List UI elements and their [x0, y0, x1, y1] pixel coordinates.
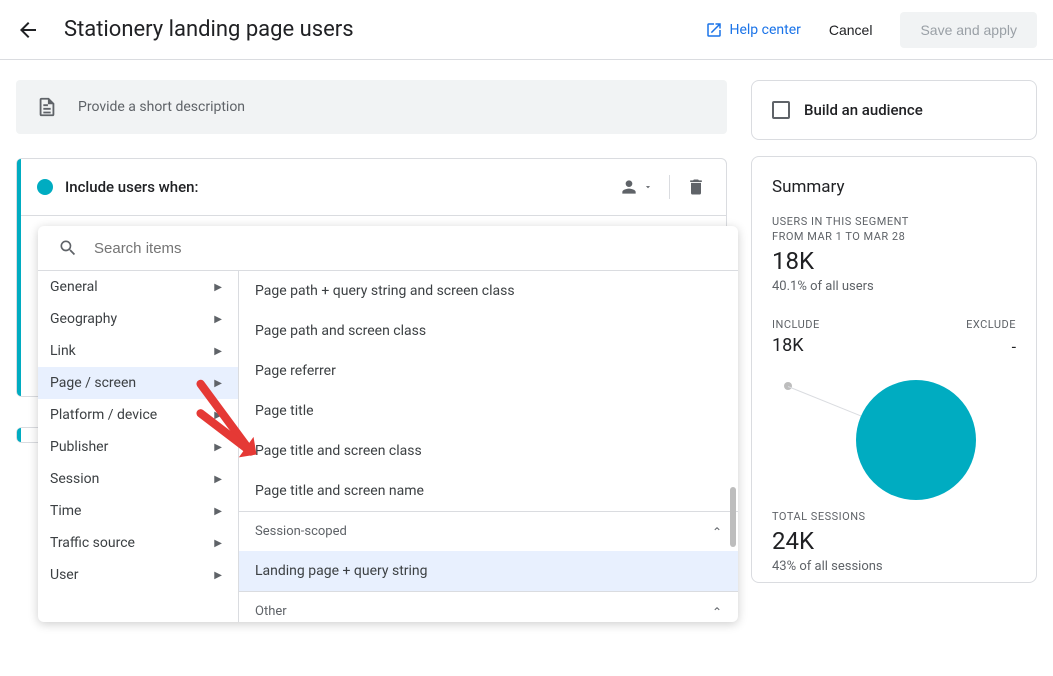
side-column: Build an audience Summary USERS IN THIS …: [751, 80, 1037, 583]
dropdown-item[interactable]: Page path and screen class: [239, 311, 738, 351]
person-icon: [619, 177, 639, 197]
category-item[interactable]: General ▶: [38, 271, 238, 303]
category-item[interactable]: Publisher ▶: [38, 431, 238, 463]
cancel-button[interactable]: Cancel: [817, 14, 885, 46]
chevron-right-icon: ▶: [214, 282, 222, 293]
page-title: Stationery landing page users: [64, 17, 705, 42]
chevron-right-icon: ▶: [214, 506, 222, 517]
help-center-label: Help center: [729, 22, 800, 38]
group-header-session[interactable]: Session-scoped ⌃: [239, 511, 738, 551]
category-item[interactable]: Link ▶: [38, 335, 238, 367]
trash-icon: [686, 177, 706, 197]
chevron-right-icon: ▶: [214, 474, 222, 485]
exclude-label: EXCLUDE: [966, 318, 1016, 331]
help-center-link[interactable]: Help center: [705, 21, 800, 39]
chevron-right-icon: ▶: [214, 346, 222, 357]
category-label: Link: [50, 343, 76, 359]
users-percent: 40.1% of all users: [772, 279, 1016, 294]
category-item[interactable]: Traffic source ▶: [38, 527, 238, 559]
dropdown-items: Page path + query string and screen clas…: [238, 271, 738, 622]
description-box[interactable]: Provide a short description: [16, 80, 727, 134]
build-audience-label: Build an audience: [804, 101, 923, 119]
total-sessions-percent: 43% of all sessions: [772, 559, 1016, 574]
category-item[interactable]: Platform / device ▶: [38, 399, 238, 431]
category-label: Traffic source: [50, 535, 135, 551]
condition-title: Include users when:: [65, 178, 619, 196]
date-range: FROM MAR 1 TO MAR 28: [772, 230, 1016, 243]
item-dropdown: General▶Geography▶Link▶Page / screen▶Pla…: [38, 226, 738, 622]
category-label: Publisher: [50, 439, 108, 455]
category-label: General: [50, 279, 98, 295]
dropdown-item[interactable]: Page path + query string and screen clas…: [239, 271, 738, 311]
arrow-back-icon: [16, 18, 40, 42]
category-label: User: [50, 567, 78, 583]
category-label: Geography: [50, 311, 117, 327]
dropdown-body: General▶Geography▶Link▶Page / screen▶Pla…: [38, 270, 738, 622]
group-header-other[interactable]: Other ⌃: [239, 591, 738, 622]
dropdown-item[interactable]: Page title: [239, 391, 738, 431]
chevron-up-icon: ⌃: [712, 525, 722, 539]
description-icon: [36, 96, 58, 118]
chevron-right-icon: ▶: [214, 538, 222, 549]
category-label: Page / screen: [50, 375, 136, 391]
include-exclude-row: INCLUDE 18K EXCLUDE -: [772, 318, 1016, 356]
users-segment-label: USERS IN THIS SEGMENT: [772, 215, 1016, 228]
delete-button[interactable]: [686, 177, 706, 197]
build-audience-checkbox[interactable]: [772, 101, 790, 119]
search-icon: [58, 238, 78, 258]
users-count: 18K: [772, 247, 1016, 275]
pie-circle: [856, 380, 976, 500]
dropdown-item[interactable]: Page title and screen class: [239, 431, 738, 471]
save-button[interactable]: Save and apply: [900, 12, 1037, 48]
scope-selector[interactable]: [619, 177, 653, 197]
category-label: Platform / device: [50, 407, 157, 423]
header-bar: Stationery landing page users Help cente…: [0, 0, 1053, 60]
chevron-right-icon: ▶: [214, 410, 222, 421]
chevron-up-icon: ⌃: [712, 605, 722, 619]
chevron-right-icon: ▶: [214, 314, 222, 325]
group-label: Session-scoped: [255, 524, 347, 539]
description-placeholder: Provide a short description: [78, 99, 245, 115]
divider: [669, 175, 670, 199]
category-item[interactable]: User ▶: [38, 559, 238, 591]
category-item[interactable]: Session ▶: [38, 463, 238, 495]
category-item[interactable]: Page / screen ▶: [38, 367, 238, 399]
header-actions: Help center Cancel Save and apply: [705, 12, 1037, 48]
summary-title: Summary: [772, 177, 1016, 197]
search-input[interactable]: [94, 240, 718, 257]
dropdown-item[interactable]: Page title and screen name: [239, 471, 738, 511]
category-label: Time: [50, 503, 81, 519]
open-in-new-icon: [705, 21, 723, 39]
chevron-right-icon: ▶: [214, 442, 222, 453]
summary-card: Summary USERS IN THIS SEGMENT FROM MAR 1…: [751, 156, 1037, 583]
exclude-count: -: [966, 337, 1016, 356]
group-label: Other: [255, 604, 287, 619]
category-item[interactable]: Geography ▶: [38, 303, 238, 335]
dropdown-item[interactable]: Page referrer: [239, 351, 738, 391]
include-label: INCLUDE: [772, 318, 820, 331]
dropdown-categories: General▶Geography▶Link▶Page / screen▶Pla…: [38, 271, 238, 622]
condition-actions: [619, 175, 706, 199]
back-button[interactable]: [16, 18, 40, 42]
category-item[interactable]: Time ▶: [38, 495, 238, 527]
condition-dot: [37, 179, 53, 195]
chevron-right-icon: ▶: [214, 378, 222, 389]
build-audience-card: Build an audience: [751, 80, 1037, 140]
caret-down-icon: [643, 182, 653, 192]
pie-line: [788, 386, 863, 417]
include-count: 18K: [772, 335, 820, 356]
category-label: Session: [50, 471, 99, 487]
total-sessions-count: 24K: [772, 527, 1016, 555]
dropdown-item-landing-page[interactable]: Landing page + query string: [239, 551, 738, 591]
total-sessions-label: TOTAL SESSIONS: [772, 510, 1016, 523]
condition-header: Include users when:: [17, 159, 726, 216]
dropdown-search-row: [38, 226, 738, 270]
chevron-right-icon: ▶: [214, 570, 222, 581]
pie-chart: [772, 360, 1016, 510]
